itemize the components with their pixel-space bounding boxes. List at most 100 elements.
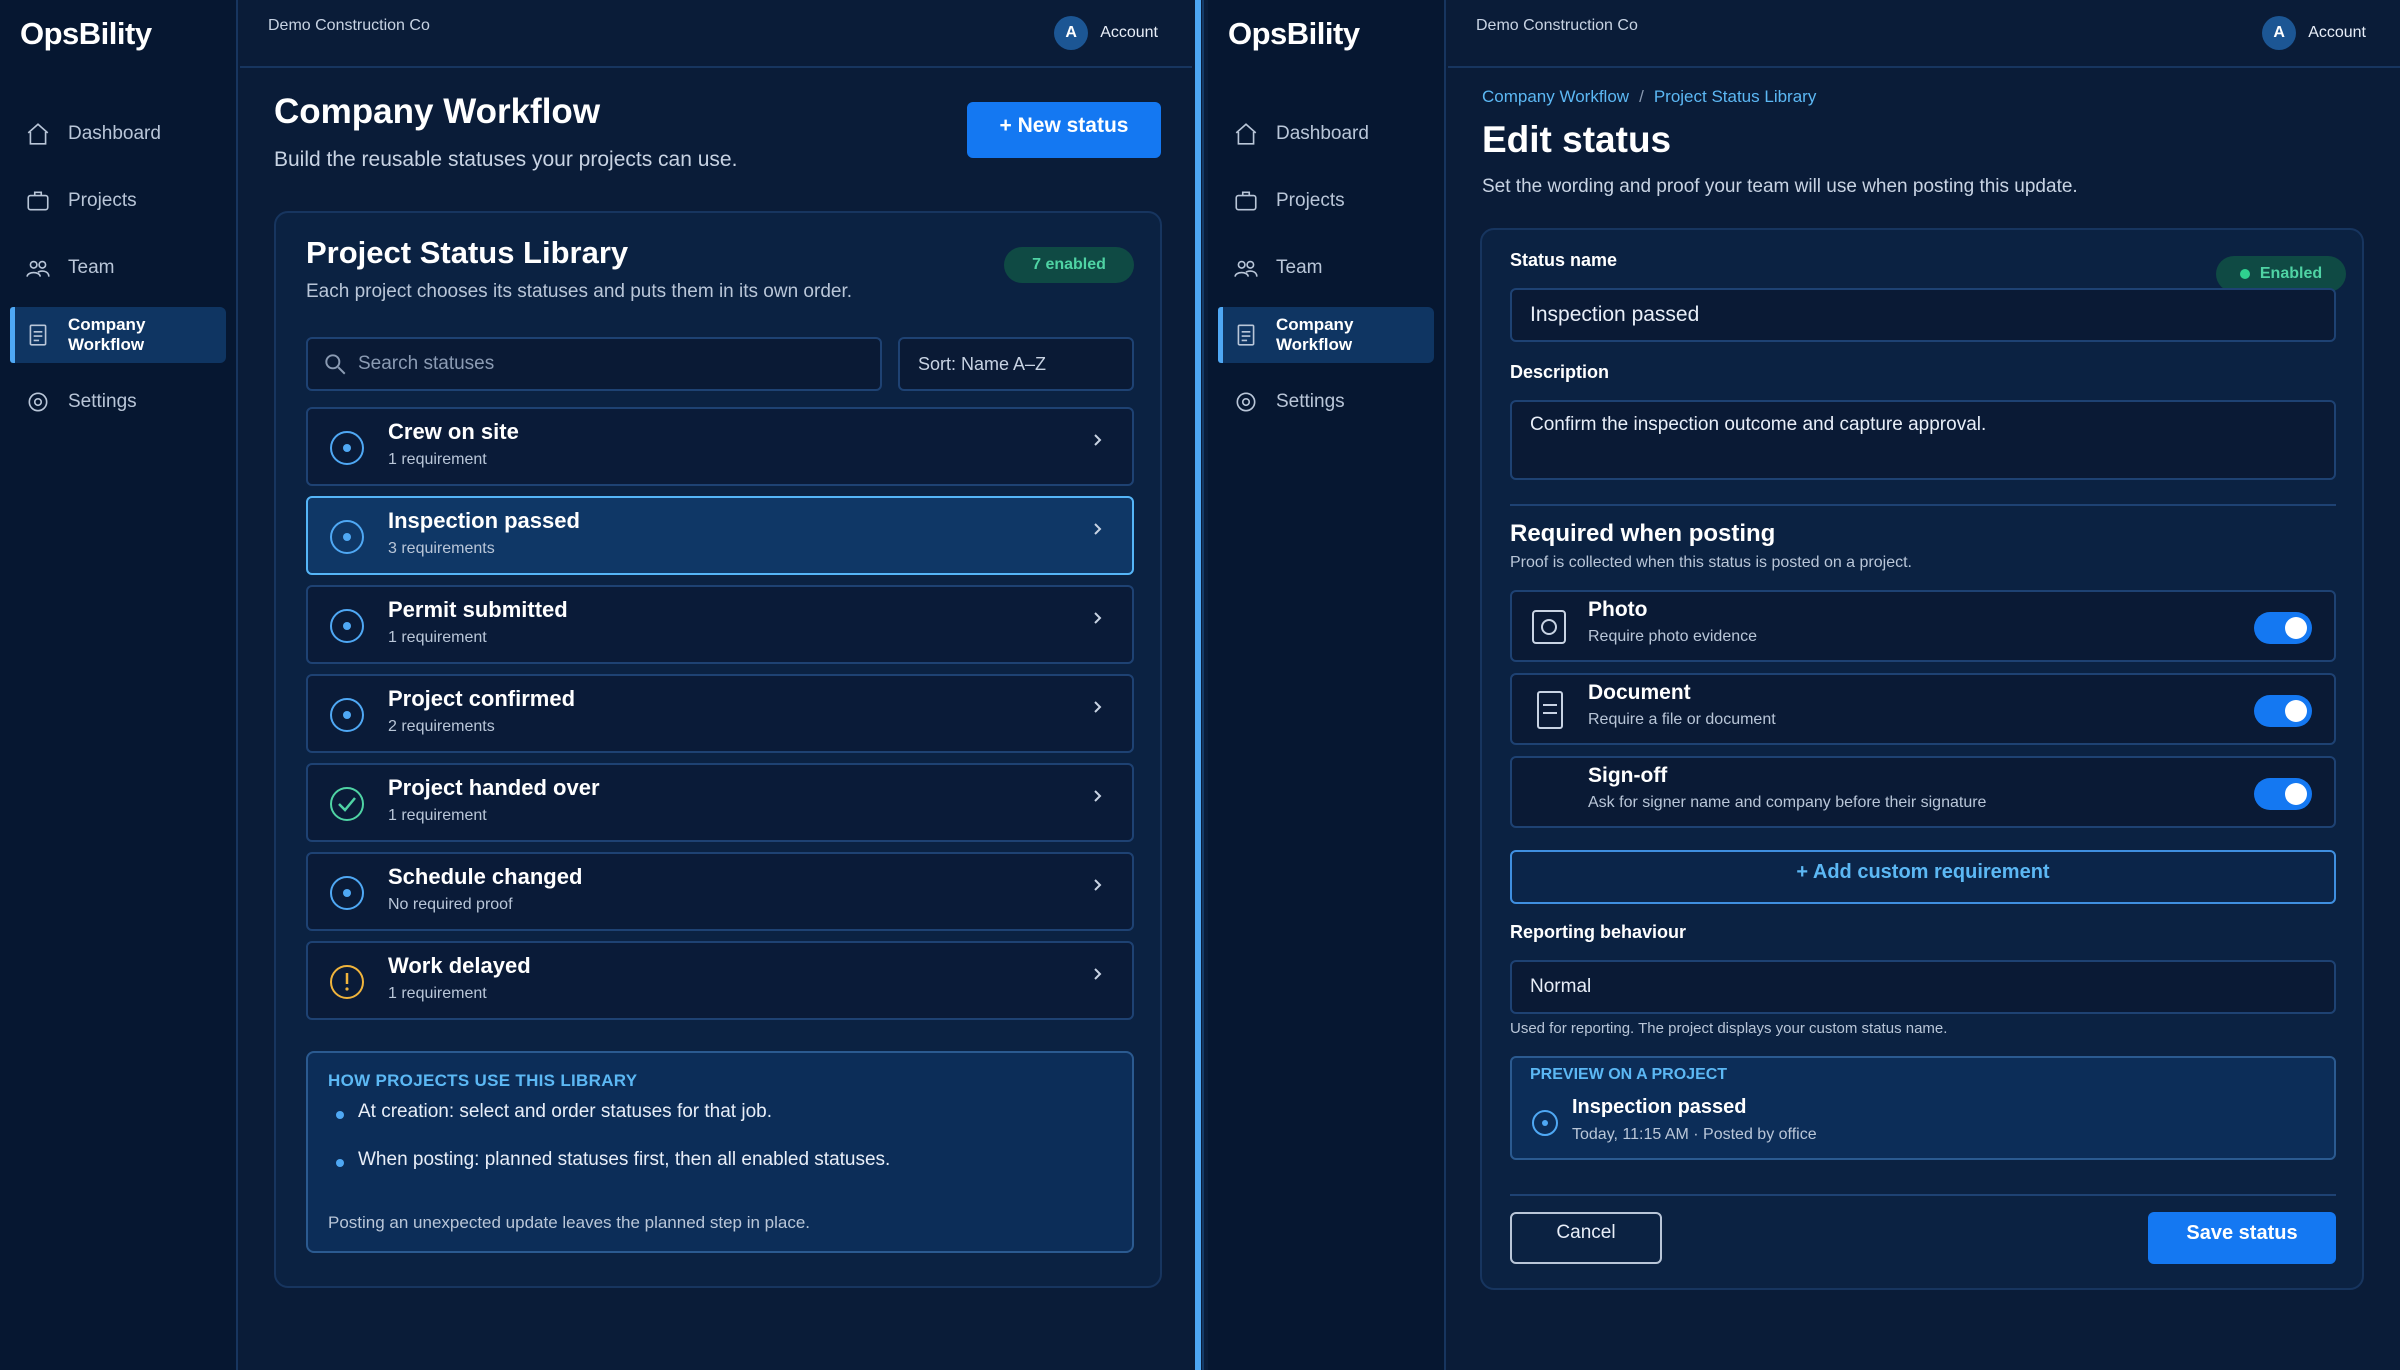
reporting-label: Reporting behaviour bbox=[1510, 922, 1687, 942]
breadcrumb-company-workflow[interactable]: Company Workflow bbox=[1482, 87, 1629, 107]
camera-icon bbox=[1532, 610, 1566, 644]
status-requirements: 1 requirement bbox=[388, 451, 487, 468]
sidebar-item-company-workflow[interactable]: Company Workflow bbox=[10, 307, 226, 363]
page-title: Edit status bbox=[1482, 119, 1672, 160]
team-icon bbox=[24, 254, 52, 282]
requirement-name: Photo bbox=[1588, 598, 1648, 621]
status-name-input[interactable]: Inspection passed bbox=[1510, 288, 2336, 342]
company-name: Demo Construction Co bbox=[268, 17, 430, 34]
add-custom-requirement-button[interactable]: + Add custom requirement bbox=[1510, 850, 2336, 904]
photo-toggle[interactable] bbox=[2254, 612, 2312, 644]
team-icon bbox=[1232, 254, 1260, 282]
sidebar-item-settings[interactable]: Settings bbox=[1218, 374, 1434, 430]
requirement-photo: Photo Require photo evidence bbox=[1510, 590, 2336, 662]
status-name: Work delayed bbox=[388, 953, 531, 978]
status-item-project-confirmed[interactable]: Project confirmed 2 requirements bbox=[306, 674, 1134, 753]
status-item-inspection-passed[interactable]: Inspection passed 3 requirements bbox=[306, 496, 1134, 575]
sidebar-item-settings[interactable]: Settings bbox=[10, 374, 226, 430]
account-menu[interactable]: A Account bbox=[1054, 16, 1158, 50]
status-requirements: No required proof bbox=[388, 896, 513, 913]
search-box[interactable] bbox=[306, 337, 882, 391]
status-item-work-delayed[interactable]: Work delayed 1 requirement bbox=[306, 941, 1134, 1020]
library-usage-info: HOW PROJECTS USE THIS LIBRARY At creatio… bbox=[306, 1051, 1134, 1253]
sidebar-item-projects[interactable]: Projects bbox=[1218, 173, 1434, 229]
save-status-button[interactable]: Save status bbox=[2148, 1212, 2336, 1264]
status-library-card: Project Status Library Each project choo… bbox=[274, 211, 1162, 1288]
sidebar-item-projects[interactable]: Projects bbox=[10, 173, 226, 229]
info-item: At creation: select and order statuses f… bbox=[335, 1101, 773, 1122]
sidebar-item-label: Projects bbox=[68, 190, 137, 211]
chevron-right-icon bbox=[1094, 523, 1102, 535]
enabled-toggle-pill[interactable]: Enabled bbox=[2216, 256, 2346, 292]
status-name: Project confirmed bbox=[388, 686, 576, 711]
company-name: Demo Construction Co bbox=[1476, 17, 1638, 34]
account-menu[interactable]: A Account bbox=[2262, 16, 2366, 50]
dot-circle-icon bbox=[330, 520, 364, 554]
preview-label: PREVIEW ON A PROJECT bbox=[1530, 1066, 1728, 1083]
required-section-subtitle: Proof is collected when this status is p… bbox=[1510, 554, 1912, 571]
document-toggle[interactable] bbox=[2254, 695, 2312, 727]
split-divider[interactable] bbox=[1192, 0, 1208, 1370]
project-preview: PREVIEW ON A PROJECT Inspection passed T… bbox=[1510, 1056, 2336, 1160]
edit-panel: OpsBility Dashboard Projects Team Compan… bbox=[1208, 0, 2400, 1370]
requirement-name: Document bbox=[1588, 681, 1691, 704]
status-name: Permit submitted bbox=[388, 597, 568, 622]
required-section-title: Required when posting bbox=[1510, 520, 1776, 547]
sidebar-item-team[interactable]: Team bbox=[1218, 240, 1434, 296]
check-circle-icon bbox=[330, 787, 364, 821]
dot-circle-icon bbox=[330, 609, 364, 643]
search-input[interactable] bbox=[358, 353, 838, 375]
sidebar-item-label: Projects bbox=[1276, 190, 1345, 211]
status-item-permit-submitted[interactable]: Permit submitted 1 requirement bbox=[306, 585, 1134, 664]
settings-icon bbox=[1232, 388, 1260, 416]
requirement-name: Sign-off bbox=[1588, 764, 1668, 787]
sidebar-nav: Dashboard Projects Team Company Workflow… bbox=[10, 106, 226, 441]
avatar: A bbox=[2262, 16, 2297, 50]
sidebar-item-dashboard[interactable]: Dashboard bbox=[10, 106, 226, 162]
account-label: Account bbox=[1100, 24, 1158, 41]
sign-off-toggle[interactable] bbox=[2254, 778, 2312, 810]
search-icon bbox=[325, 354, 346, 375]
enabled-count-badge: 7 enabled bbox=[1004, 247, 1134, 283]
new-status-button[interactable]: + New status bbox=[967, 102, 1161, 158]
description-label: Description bbox=[1510, 362, 1610, 382]
cancel-button[interactable]: Cancel bbox=[1510, 1212, 1662, 1264]
page-subtitle: Build the reusable statuses your project… bbox=[274, 148, 738, 171]
chevron-right-icon bbox=[1094, 879, 1102, 891]
sidebar-item-label: Company Workflow bbox=[67, 315, 146, 354]
library-subtitle: Each project chooses its statuses and pu… bbox=[306, 281, 853, 302]
requirement-description: Require photo evidence bbox=[1588, 628, 1758, 645]
requirement-description: Ask for signer name and company before t… bbox=[1588, 794, 1987, 811]
sidebar-item-company-workflow[interactable]: Company Workflow bbox=[1218, 307, 1434, 363]
info-item: When posting: planned statuses first, th… bbox=[335, 1149, 891, 1170]
sidebar: OpsBility Dashboard Projects Team Compan… bbox=[0, 0, 238, 1370]
chevron-right-icon bbox=[1094, 434, 1102, 446]
chevron-right-icon bbox=[1094, 612, 1102, 624]
app-logo[interactable]: OpsBility bbox=[1228, 16, 1360, 52]
requirement-document: Document Require a file or document bbox=[1510, 673, 2336, 745]
page-subtitle: Set the wording and proof your team will… bbox=[1482, 176, 2078, 197]
sort-select[interactable]: Sort: Name A–Z bbox=[898, 337, 1134, 391]
description-textarea[interactable]: Confirm the inspection outcome and captu… bbox=[1510, 400, 2336, 480]
reporting-select[interactable]: Normal bbox=[1510, 960, 2336, 1014]
dot-circle-icon bbox=[330, 876, 364, 910]
account-label: Account bbox=[2308, 24, 2366, 41]
settings-icon bbox=[24, 388, 52, 416]
status-name-label: Status name bbox=[1510, 250, 1618, 270]
sidebar-item-dashboard[interactable]: Dashboard bbox=[1218, 106, 1434, 162]
status-item-project-handed-over[interactable]: Project handed over 1 requirement bbox=[306, 763, 1134, 842]
status-item-schedule-changed[interactable]: Schedule changed No required proof bbox=[306, 852, 1134, 931]
chevron-right-icon bbox=[1094, 790, 1102, 802]
app-logo[interactable]: OpsBility bbox=[20, 16, 152, 52]
sidebar-item-label: Team bbox=[68, 257, 115, 278]
status-name: Project handed over bbox=[388, 775, 600, 800]
status-item-crew-on-site[interactable]: Crew on site 1 requirement bbox=[306, 407, 1134, 486]
requirement-description: Require a file or document bbox=[1588, 711, 1776, 728]
preview-meta: Today, 11:15 AM · Posted by office bbox=[1572, 1126, 1817, 1143]
status-name: Inspection passed bbox=[388, 508, 580, 533]
sidebar-item-label: Settings bbox=[1276, 391, 1345, 412]
sidebar-item-team[interactable]: Team bbox=[10, 240, 226, 296]
briefcase-icon bbox=[24, 187, 52, 215]
breadcrumb-status-library[interactable]: Project Status Library bbox=[1654, 87, 1817, 107]
status-name: Crew on site bbox=[388, 419, 519, 444]
